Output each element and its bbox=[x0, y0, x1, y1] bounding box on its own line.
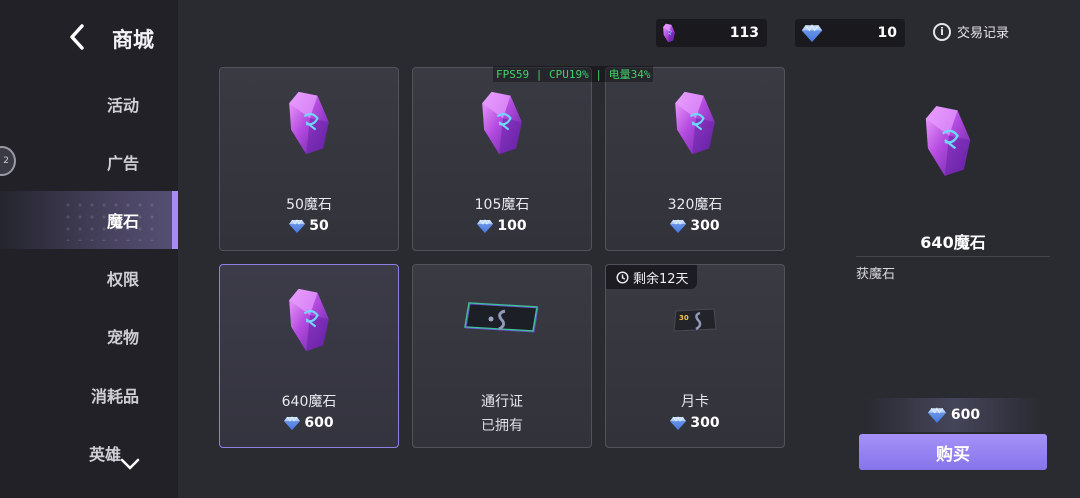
magic-stone-icon bbox=[920, 104, 976, 178]
owned-status: 已拥有 bbox=[481, 418, 523, 434]
trade-record-label: 交易记录 bbox=[957, 26, 1010, 41]
diamond-icon bbox=[670, 416, 686, 430]
info-icon: i bbox=[933, 22, 951, 41]
card-price: 100 bbox=[413, 218, 591, 234]
sidebar-item-label: 广告 bbox=[106, 154, 139, 173]
card-price: 300 bbox=[606, 415, 784, 431]
back-button[interactable] bbox=[62, 22, 92, 52]
page-title: 商城 bbox=[112, 28, 154, 52]
magic-stone-icon bbox=[284, 287, 334, 353]
sidebar-item-label: 魔石 bbox=[106, 212, 139, 231]
card-price: 600 bbox=[220, 415, 398, 431]
magic-stone-icon bbox=[670, 90, 720, 156]
diamond-icon bbox=[289, 219, 305, 233]
diamond-icon bbox=[670, 219, 686, 233]
magic-stone-balance-value: 113 bbox=[729, 25, 759, 41]
chevron-down-icon[interactable] bbox=[120, 458, 140, 470]
detail-item-name: 640魔石 bbox=[920, 233, 986, 252]
chevron-left-icon bbox=[70, 24, 84, 50]
card-price: 50 bbox=[220, 218, 398, 234]
diamond-icon bbox=[801, 24, 823, 42]
shop-card-640-magic-stone[interactable]: 640魔石 600 bbox=[219, 264, 399, 448]
diamond-icon bbox=[928, 407, 946, 423]
shop-card-320-magic-stone[interactable]: 320魔石 300 bbox=[605, 67, 785, 251]
sidebar: 商城 2 活动 广告 魔石 权限 宠物 消耗品 英雄 bbox=[0, 0, 178, 498]
detail-divider bbox=[856, 256, 1050, 257]
magic-stone-icon bbox=[662, 23, 676, 43]
detail-item-image bbox=[920, 104, 976, 182]
detail-item-description: 获魔石 bbox=[856, 267, 896, 282]
monthly-card-icon: 30 bbox=[673, 308, 717, 332]
diamond-icon bbox=[284, 416, 300, 430]
magic-stone-icon bbox=[284, 90, 334, 156]
remaining-time-badge: 剩余12天 bbox=[606, 265, 697, 289]
card-name: 105魔石 bbox=[474, 197, 530, 213]
diamond-icon bbox=[477, 219, 493, 233]
trade-record-link[interactable]: i 交易记录 bbox=[933, 22, 1009, 41]
magic-stone-icon bbox=[477, 90, 527, 156]
sidebar-item-consumables[interactable]: 消耗品 bbox=[0, 366, 178, 424]
card-name: 通行证 bbox=[481, 394, 523, 410]
diamond-balance: 10 bbox=[795, 19, 905, 47]
sidebar-item-label: 宠物 bbox=[106, 328, 139, 347]
sidebar-item-pets[interactable]: 宠物 bbox=[0, 307, 178, 365]
sidebar-item-privileges[interactable]: 权限 bbox=[0, 249, 178, 307]
sidebar-item-magic-stone[interactable]: 魔石 bbox=[0, 191, 178, 249]
magic-stone-balance: 113 bbox=[656, 19, 767, 47]
shop-card-50-magic-stone[interactable]: 50魔石 50 bbox=[219, 67, 399, 251]
sidebar-item-ads[interactable]: 广告 bbox=[0, 133, 178, 191]
sidebar-item-heroes[interactable]: 英雄 bbox=[0, 424, 178, 482]
shop-card-105-magic-stone[interactable]: 105魔石 100 bbox=[412, 67, 592, 251]
sidebar-item-label: 活动 bbox=[106, 96, 139, 115]
clock-icon bbox=[616, 270, 629, 284]
card-price: 300 bbox=[606, 218, 784, 234]
sidebar-item-label: 权限 bbox=[106, 270, 139, 289]
sidebar-item-label: 消耗品 bbox=[90, 387, 139, 406]
card-name: 50魔石 bbox=[286, 197, 332, 213]
shop-card-battle-pass[interactable]: 通行证 已拥有 bbox=[412, 264, 592, 448]
sidebar-item-label: 英雄 bbox=[88, 445, 121, 464]
pass-ticket-icon bbox=[464, 302, 539, 333]
card-name: 月卡 bbox=[681, 394, 709, 410]
buy-price: 600 bbox=[866, 398, 1042, 432]
diamond-balance-value: 10 bbox=[877, 25, 897, 41]
shop-card-monthly-card[interactable]: 剩余12天 30 月卡 300 bbox=[605, 264, 785, 448]
buy-button[interactable]: 购买 bbox=[859, 434, 1047, 470]
sidebar-item-activity[interactable]: 活动 bbox=[0, 75, 178, 133]
card-name: 640魔石 bbox=[281, 394, 337, 410]
card-name: 320魔石 bbox=[667, 197, 723, 213]
monthly-card-badge: 30 bbox=[679, 314, 689, 322]
performance-overlay: FPS59 | CPU19% | 电量34% bbox=[493, 66, 654, 82]
